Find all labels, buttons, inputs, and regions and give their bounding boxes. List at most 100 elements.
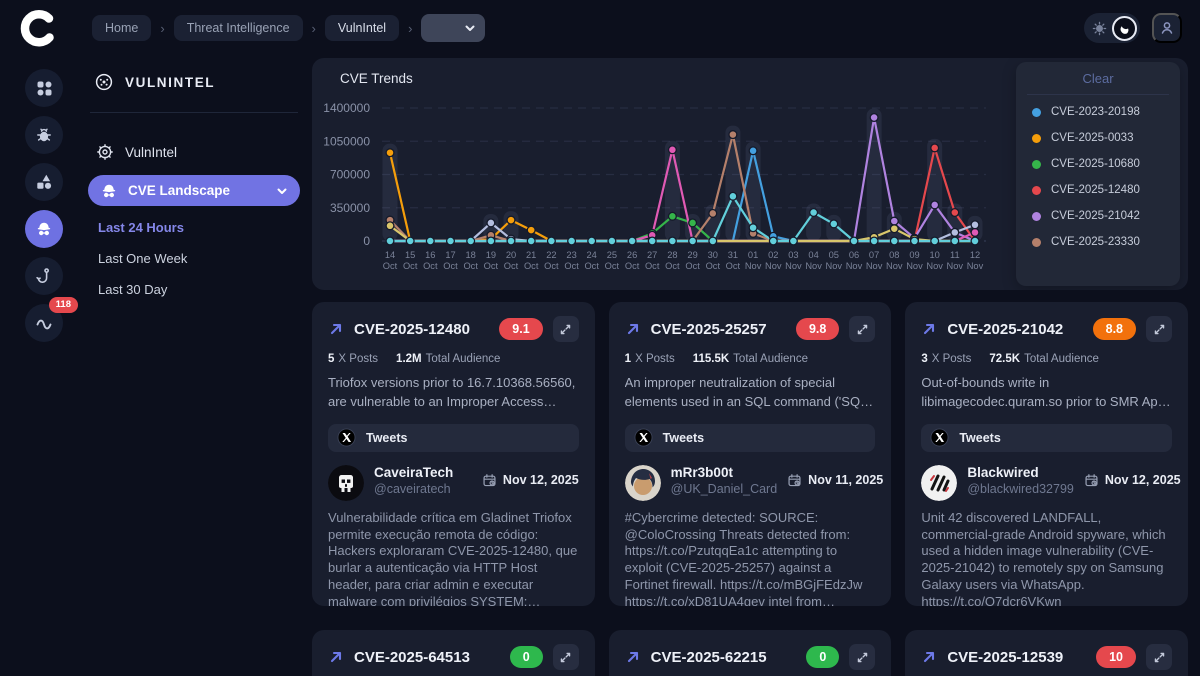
sidebar-item-vulnintel[interactable]: VulnIntel	[88, 135, 300, 169]
virus-circle-icon	[94, 72, 114, 92]
legend-label: CVE-2025-21042	[1051, 210, 1140, 222]
tweets-section-header: Tweets	[921, 424, 1172, 452]
tweets-label: Tweets	[366, 431, 407, 445]
tweet-text: #Cybercrime detected: SOURCE: @ColoCross…	[625, 510, 876, 606]
tweet-author-handle[interactable]: @UK_Daniel_Card	[671, 482, 778, 496]
cvss-score-badge: 10	[1096, 646, 1136, 668]
svg-text:30: 30	[708, 250, 718, 260]
app-logo-icon	[18, 8, 58, 48]
sidebar-item-cve-landscape[interactable]: CVE Landscape	[88, 175, 300, 206]
breadcrumb-separator: ›	[312, 21, 316, 36]
legend-item-cve-2025-21042[interactable]: CVE-2025-21042	[1016, 203, 1180, 229]
legend-dot	[1032, 160, 1041, 169]
legend-item-cve-2023-20198[interactable]: CVE-2023-20198	[1016, 99, 1180, 125]
svg-text:Oct: Oct	[443, 261, 458, 271]
card-header: CVE-2025-21042 8.8	[921, 316, 1172, 342]
legend-clear-button[interactable]: Clear	[1027, 71, 1169, 95]
legend-dot	[1032, 238, 1041, 247]
svg-text:07: 07	[869, 250, 879, 260]
expand-button[interactable]	[849, 644, 875, 670]
x-logo-icon	[337, 428, 356, 447]
cve-card-cve-2025-64513: CVE-2025-645130	[312, 630, 595, 676]
tweet-text: Vulnerabilidade crítica em Gladinet Trio…	[328, 510, 579, 606]
legend-item-cve-2025-10680[interactable]: CVE-2025-10680	[1016, 151, 1180, 177]
cve-id: CVE-2025-21042	[947, 321, 1063, 338]
expand-button[interactable]	[553, 644, 579, 670]
cve-card-cve-2025-12480: CVE-2025-124809.15X Posts1.2MTotal Audie…	[312, 302, 595, 606]
tweet-author-handle[interactable]: @caveiratech	[374, 482, 453, 496]
card-stats: 3X Posts72.5KTotal Audience	[921, 353, 1172, 365]
svg-text:350000: 350000	[330, 201, 370, 215]
breadcrumb-separator: ›	[160, 21, 164, 36]
svg-text:23: 23	[566, 250, 576, 260]
svg-text:0: 0	[363, 234, 370, 248]
cve-description: Triofox versions prior to 16.7.10368.565…	[328, 374, 579, 412]
expand-button[interactable]	[1146, 316, 1172, 342]
rail-button-grid-icon[interactable]	[25, 69, 63, 107]
svg-text:Oct: Oct	[706, 261, 721, 271]
cve-trends-card: CVE Trends 03500007000001050000140000014…	[312, 58, 1188, 290]
cvss-score-badge: 0	[806, 646, 839, 668]
arrow-up-right-icon	[328, 321, 344, 337]
expand-button[interactable]	[1146, 644, 1172, 670]
legend-label: CVE-2025-12480	[1051, 184, 1140, 196]
tweet-author-name[interactable]: mRr3b00t	[671, 465, 778, 480]
sidebar-subitem-last-one-week[interactable]: Last One Week	[98, 251, 300, 266]
moon-icon[interactable]	[1112, 16, 1137, 41]
tweet-header: Blackwired@blackwired32799Nov 12, 2025	[921, 465, 1172, 501]
arrow-up-right-icon	[625, 649, 641, 665]
x-posts-stat: 5X Posts	[328, 353, 378, 365]
expand-button[interactable]	[553, 316, 579, 342]
svg-text:Nov: Nov	[886, 261, 903, 271]
legend-dot	[1032, 186, 1041, 195]
spy-icon	[100, 182, 118, 200]
cve-card-cve-2025-25257: CVE-2025-252579.81X Posts115.5KTotal Aud…	[609, 302, 892, 606]
card-header: CVE-2025-645130	[328, 644, 579, 670]
cve-card-cve-2025-62215: CVE-2025-622150	[609, 630, 892, 676]
cve-id: CVE-2025-64513	[354, 649, 470, 666]
sidebar-sublist: Last 24 Hours Last One Week Last 30 Day	[98, 220, 300, 297]
wave-icon	[34, 314, 54, 332]
sidebar-subitem-last-30-day[interactable]: Last 30 Day	[98, 282, 300, 297]
spy-icon	[35, 220, 53, 238]
legend-item-cve-2025-0033[interactable]: CVE-2025-0033	[1016, 125, 1180, 151]
sun-icon[interactable]	[1092, 21, 1107, 36]
gear-circle-icon	[96, 143, 114, 161]
svg-text:03: 03	[788, 250, 798, 260]
cvss-score-badge: 8.8	[1093, 318, 1136, 340]
tweet-author-name[interactable]: CaveiraTech	[374, 465, 453, 480]
tweet-author-handle[interactable]: @blackwired32799	[967, 482, 1074, 496]
tweet-author-name[interactable]: Blackwired	[967, 465, 1074, 480]
legend-label: CVE-2025-23330	[1051, 236, 1140, 248]
sidebar-item-label: VulnIntel	[125, 145, 177, 160]
tweet-date: Nov 12, 2025	[1084, 465, 1181, 488]
expand-button[interactable]	[849, 316, 875, 342]
svg-text:22: 22	[546, 250, 556, 260]
svg-text:27: 27	[647, 250, 657, 260]
svg-text:04: 04	[808, 250, 818, 260]
svg-text:11: 11	[950, 250, 960, 260]
breadcrumb-item-vulnintel[interactable]: VulnIntel	[325, 15, 399, 41]
theme-toggle[interactable]	[1084, 13, 1140, 43]
rail-button-shapes-icon[interactable]	[25, 163, 63, 201]
profile-button[interactable]	[1152, 13, 1182, 43]
svg-text:26: 26	[627, 250, 637, 260]
rail-button-wave-icon[interactable]: 118	[25, 304, 63, 342]
legend-item-cve-2025-12480[interactable]: CVE-2025-12480	[1016, 177, 1180, 203]
legend-item-cve-2025-23330[interactable]: CVE-2025-23330	[1016, 229, 1180, 255]
tweet-header: mRr3b00t@UK_Daniel_CardNov 11, 2025	[625, 465, 876, 501]
card-header: CVE-2025-622150	[625, 644, 876, 670]
svg-text:02: 02	[768, 250, 778, 260]
audience-stat: 72.5KTotal Audience	[989, 353, 1099, 365]
svg-text:Nov: Nov	[745, 261, 762, 271]
rail-button-spy-icon[interactable]	[25, 210, 63, 248]
breadcrumb-dropdown[interactable]	[421, 14, 485, 42]
svg-text:Oct: Oct	[423, 261, 438, 271]
rail-button-bug-icon[interactable]	[25, 116, 63, 154]
breadcrumb-item-threat-intelligence[interactable]: Threat Intelligence	[174, 15, 303, 41]
breadcrumb-item-home[interactable]: Home	[92, 15, 151, 41]
rail-button-hook-icon[interactable]	[25, 257, 63, 295]
slashes-avatar	[921, 465, 957, 501]
svg-text:01: 01	[748, 250, 758, 260]
sidebar-subitem-last-24-hours[interactable]: Last 24 Hours	[98, 220, 300, 235]
